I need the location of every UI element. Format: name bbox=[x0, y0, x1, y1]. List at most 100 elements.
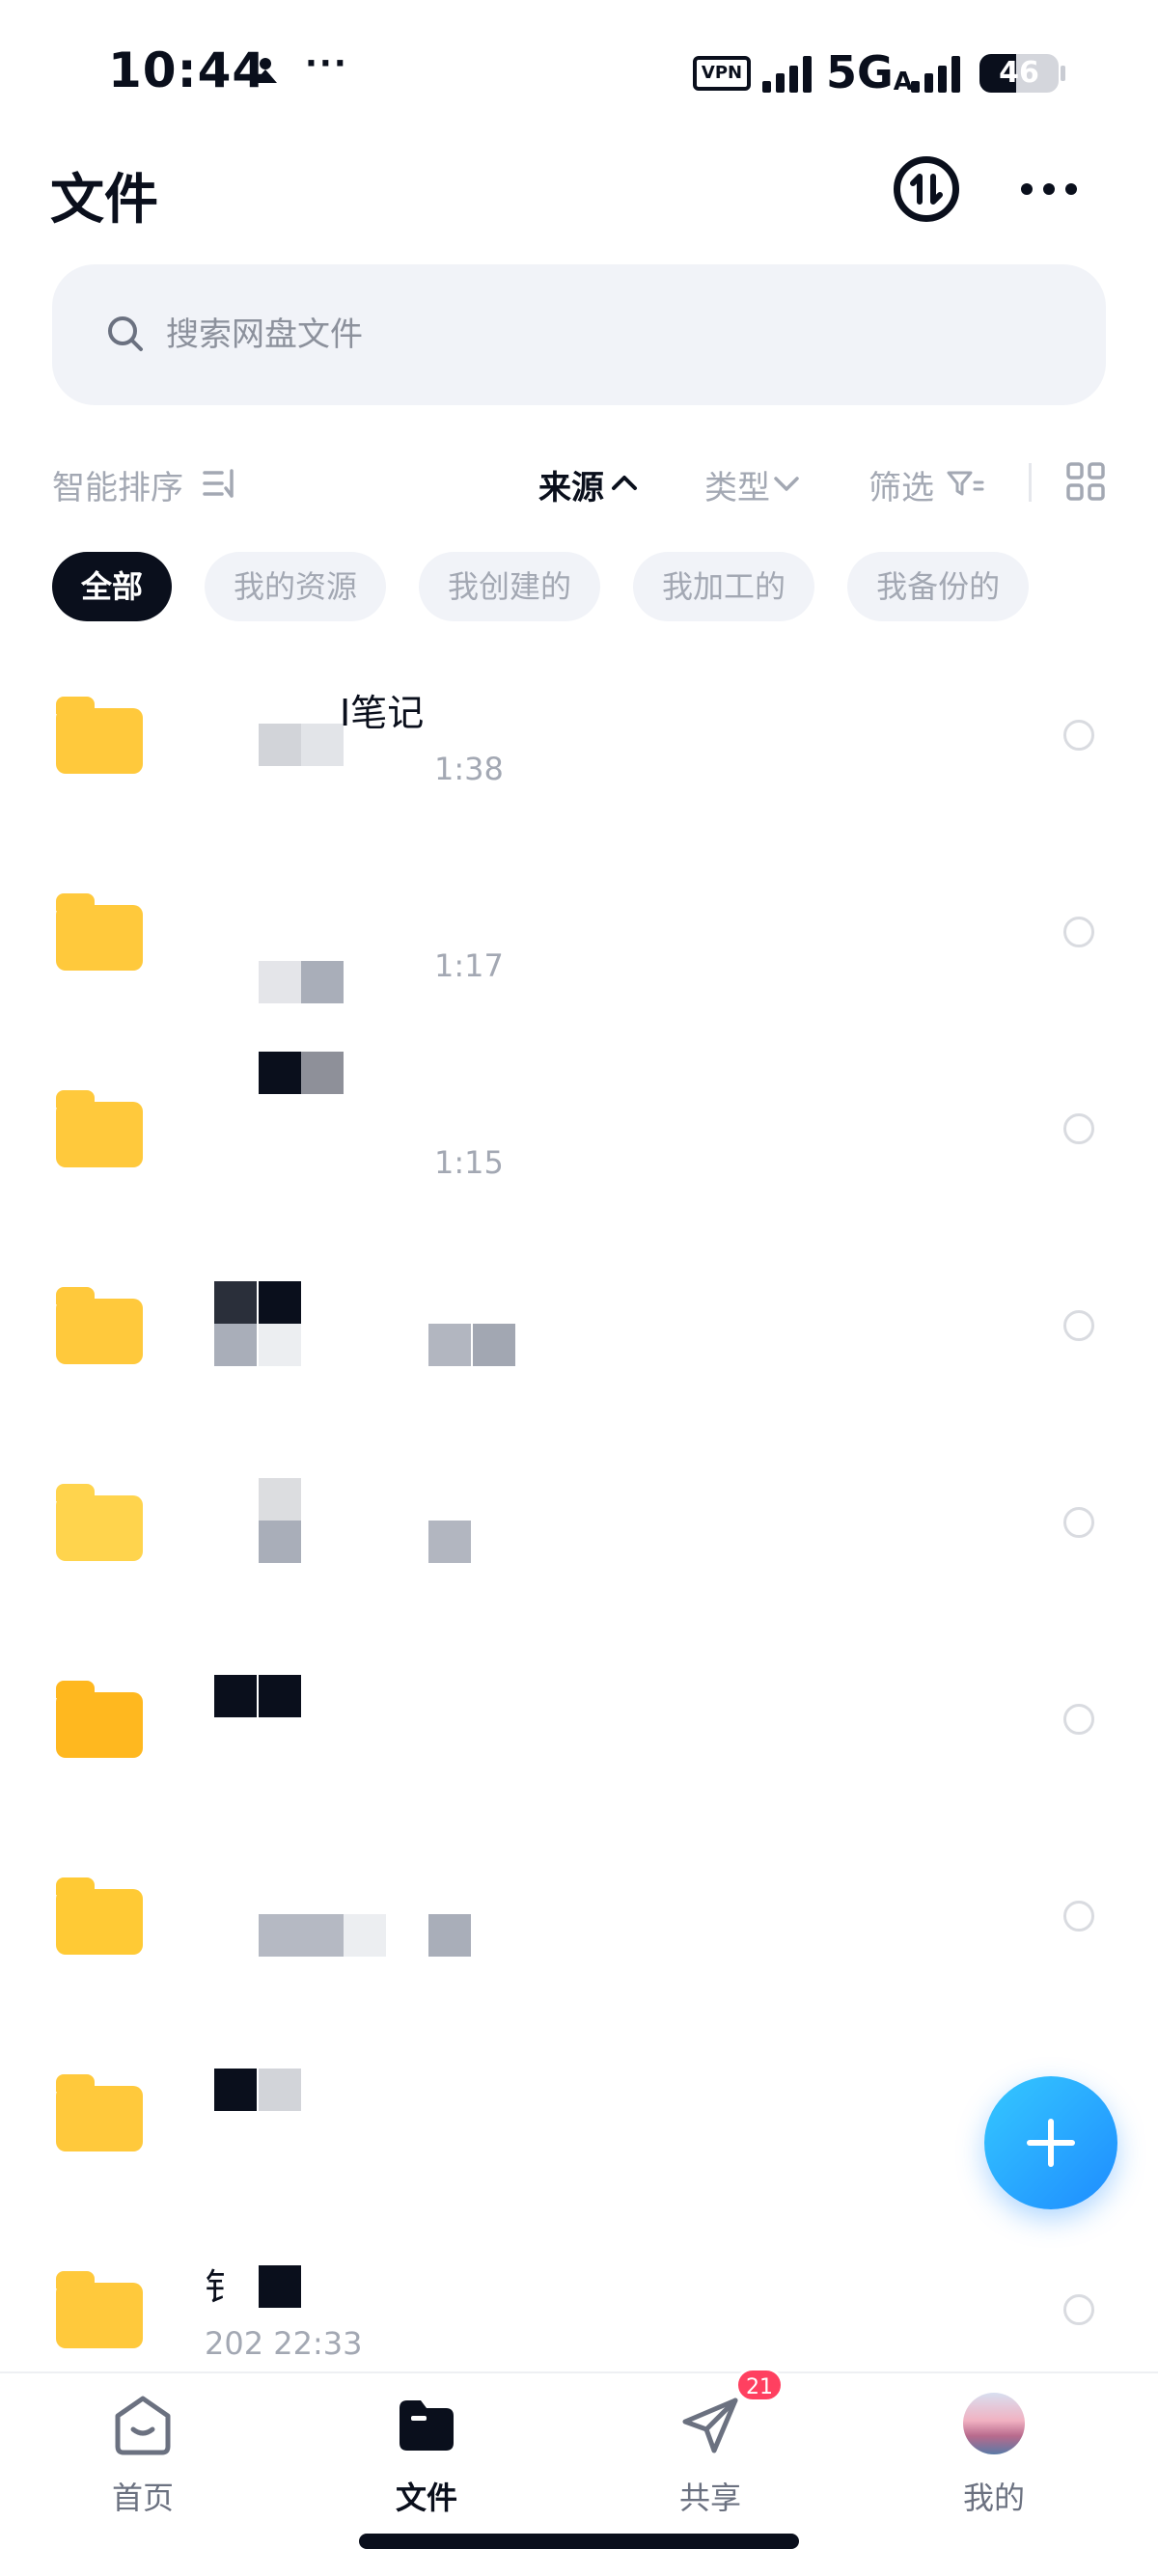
folder-icon bbox=[400, 2400, 454, 2451]
sort-filter-bar: 智能排序 来源 类型 筛选 bbox=[0, 453, 1158, 511]
redacted-patch bbox=[259, 961, 301, 1003]
select-radio[interactable] bbox=[1063, 917, 1094, 947]
add-button[interactable] bbox=[984, 2076, 1117, 2209]
redacted-patch bbox=[259, 1281, 301, 1324]
search-icon bbox=[108, 316, 143, 351]
category-chips: 全部 我的资源 我创建的 我加工的 我备份的 bbox=[52, 552, 1158, 623]
file-row[interactable]: 1:17 bbox=[0, 834, 1158, 1030]
folder-body bbox=[56, 905, 143, 971]
status-time: 10:44 bbox=[108, 42, 267, 98]
nav-home-label: 首页 bbox=[111, 2480, 174, 2516]
select-radio[interactable] bbox=[1063, 1507, 1094, 1538]
grid-view-icon[interactable] bbox=[1065, 461, 1106, 502]
redacted-patch bbox=[259, 1324, 301, 1366]
filter-icon bbox=[947, 471, 984, 496]
file-row[interactable] bbox=[0, 1818, 1158, 2014]
smart-sort-button[interactable]: 智能排序 bbox=[52, 461, 183, 508]
folder-icon bbox=[56, 1681, 143, 1758]
nav-share[interactable]: 共享 bbox=[614, 2393, 807, 2528]
nav-me-label: 我的 bbox=[962, 2480, 1025, 2516]
folder-icon bbox=[56, 1484, 143, 1561]
divider bbox=[1029, 463, 1032, 502]
nav-me[interactable]: 我的 bbox=[897, 2393, 1090, 2528]
file-meta: 1:15 bbox=[434, 1144, 504, 1181]
share-badge: 21 bbox=[735, 2368, 784, 2402]
redacted-patch bbox=[259, 1521, 301, 1563]
nav-share-label: 共享 bbox=[678, 2480, 741, 2516]
file-meta: 1:17 bbox=[434, 947, 504, 984]
folder-icon bbox=[56, 893, 143, 971]
send-icon bbox=[682, 2398, 738, 2453]
redacted-patch bbox=[259, 2265, 301, 2308]
filter-button[interactable]: 筛选 bbox=[868, 461, 934, 508]
nav-files-label: 文件 bbox=[395, 2480, 457, 2516]
redacted-patch bbox=[428, 1521, 471, 1563]
file-row[interactable] bbox=[0, 2014, 1158, 2211]
redacted-patch bbox=[301, 1052, 344, 1094]
file-row[interactable]: 1:15 bbox=[0, 1030, 1158, 1227]
nav-files[interactable]: 文件 bbox=[330, 2393, 523, 2528]
folder-body bbox=[56, 1692, 143, 1758]
folder-icon bbox=[56, 1090, 143, 1167]
file-row[interactable] bbox=[0, 1227, 1158, 1424]
redacted-patch bbox=[214, 1281, 257, 1324]
transfer-icon[interactable] bbox=[894, 156, 959, 222]
redacted-patch bbox=[214, 2069, 257, 2111]
type-filter[interactable]: 类型 bbox=[704, 461, 770, 508]
page-title: 文件 bbox=[50, 169, 158, 232]
chip-1[interactable]: 我的资源 bbox=[205, 552, 387, 621]
file-list: I笔记 1:38 1:17 1:15 钅 202 22:33 bbox=[0, 637, 1158, 2373]
chip-0[interactable]: 全部 bbox=[52, 552, 173, 621]
select-radio[interactable] bbox=[1063, 1310, 1094, 1341]
status-more-dots: ··· bbox=[305, 44, 348, 83]
signal-icon-2 bbox=[911, 56, 965, 93]
folder-icon bbox=[56, 697, 143, 774]
file-row[interactable] bbox=[0, 1621, 1158, 1818]
select-radio[interactable] bbox=[1063, 1704, 1094, 1735]
search-bar[interactable] bbox=[52, 264, 1106, 405]
folder-icon bbox=[56, 1877, 143, 1955]
redacted-patch bbox=[214, 1324, 257, 1366]
redacted-patch bbox=[259, 1478, 301, 1521]
chevron-up-icon bbox=[612, 476, 637, 490]
file-row[interactable]: 钅 202 22:33 bbox=[0, 2211, 1158, 2373]
signal-icon bbox=[762, 56, 816, 93]
redacted-patch bbox=[259, 1914, 301, 1957]
battery-icon: 46 bbox=[979, 54, 1059, 93]
redacted-patch bbox=[428, 1324, 471, 1366]
redacted-patch bbox=[473, 1324, 515, 1366]
folder-icon bbox=[56, 1287, 143, 1364]
sort-order-icon[interactable] bbox=[203, 467, 239, 500]
status-bar: 10:44 ··· VPN 5GA 46 bbox=[0, 0, 1158, 145]
redacted-patch bbox=[259, 2069, 301, 2111]
source-filter[interactable]: 来源 bbox=[538, 461, 604, 508]
network-type: 5GA bbox=[826, 46, 913, 98]
select-radio[interactable] bbox=[1063, 1113, 1094, 1144]
file-row[interactable] bbox=[0, 1424, 1158, 1621]
chip-3[interactable]: 我加工的 bbox=[633, 552, 815, 621]
folder-icon bbox=[56, 2074, 143, 2151]
battery-tip bbox=[1061, 66, 1065, 81]
file-meta: 1:38 bbox=[434, 751, 504, 787]
select-radio[interactable] bbox=[1063, 1901, 1094, 1932]
redacted-patch bbox=[344, 1914, 386, 1957]
folder-body bbox=[56, 708, 143, 774]
home-indicator bbox=[359, 2534, 799, 2549]
person-icon bbox=[254, 58, 277, 83]
file-meta: 202 22:33 bbox=[205, 2325, 363, 2362]
more-icon[interactable] bbox=[1021, 183, 1077, 195]
file-name: 钅 bbox=[205, 2266, 242, 2309]
file-row[interactable]: I笔记 1:38 bbox=[0, 637, 1158, 834]
redacted-patch bbox=[301, 1914, 344, 1957]
select-radio[interactable] bbox=[1063, 720, 1094, 751]
folder-body bbox=[56, 1889, 143, 1955]
nav-home[interactable]: 首页 bbox=[46, 2393, 239, 2528]
select-radio[interactable] bbox=[1063, 2294, 1094, 2325]
chip-2[interactable]: 我创建的 bbox=[419, 552, 601, 621]
redacted-patch bbox=[301, 724, 344, 766]
folder-body bbox=[56, 1299, 143, 1364]
search-input[interactable] bbox=[166, 305, 1034, 365]
redacted-patch bbox=[214, 1675, 257, 1717]
folder-icon bbox=[56, 2271, 143, 2348]
chip-4[interactable]: 我备份的 bbox=[847, 552, 1030, 621]
